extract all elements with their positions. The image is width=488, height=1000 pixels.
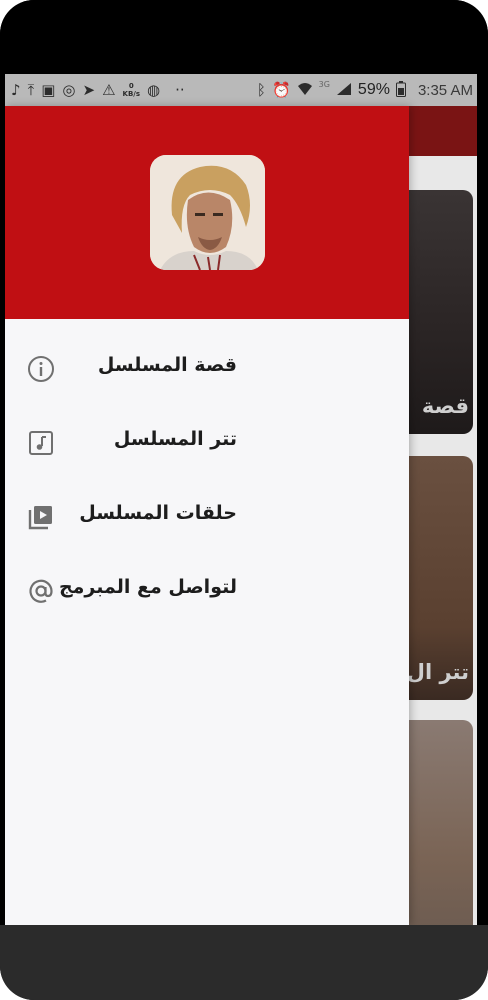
alarm-icon: ⏰: [271, 80, 291, 99]
warning-icon: ⚠: [102, 80, 116, 99]
background-card[interactable]: [398, 720, 473, 925]
drawer-header: [5, 106, 409, 319]
drawer-menu: قصة المسلسل تتر المسلسل حلقات المسلسل لت…: [5, 332, 409, 628]
bluetooth-icon: ᛒ: [256, 80, 266, 99]
avatar: [150, 155, 265, 270]
screen: ♪ ⤒ ▣ ◎ ➤ ⚠ 0 KB/s ◍ ·· ᛒ ⏰ 3G 59% 3:35 …: [5, 74, 477, 925]
at-sign-icon: [26, 576, 56, 606]
data-speed-icon: 0 KB/s: [122, 82, 141, 98]
more-dots-icon: ··: [175, 80, 185, 99]
telegram-icon: ➤: [82, 80, 96, 99]
device-frame: ♪ ⤒ ▣ ◎ ➤ ⚠ 0 KB/s ◍ ·· ᛒ ⏰ 3G 59% 3:35 …: [0, 0, 488, 1000]
whatsapp-icon: ◎: [62, 80, 76, 99]
navigation-drawer: قصة المسلسل تتر المسلسل حلقات المسلسل لت…: [5, 106, 409, 925]
menu-item-series-story[interactable]: قصة المسلسل: [5, 332, 409, 406]
menu-item-contact-developer[interactable]: لتواصل مع المبرمج: [5, 554, 409, 628]
menu-item-label: حلقات المسلسل: [79, 502, 237, 524]
battery-percent: 59%: [357, 81, 390, 98]
background-card-label: قصة: [421, 394, 469, 418]
signal-icon: [336, 82, 352, 99]
menu-item-label: قصة المسلسل: [97, 354, 237, 376]
battery-icon: [395, 80, 406, 100]
status-bar: ♪ ⤒ ▣ ◎ ➤ ⚠ 0 KB/s ◍ ·· ᛒ ⏰ 3G 59% 3:35 …: [5, 74, 477, 106]
background-card-label: تتر ال: [406, 660, 469, 684]
wifi-icon: [297, 82, 313, 99]
menu-item-label: تتر المسلسل: [113, 428, 237, 450]
music-file-icon: [26, 428, 56, 458]
upload-icon: ⤒: [27, 80, 35, 99]
music-note-icon: ♪: [11, 80, 21, 99]
network-type-label: 3G: [318, 80, 330, 89]
clock: 3:35 AM: [417, 81, 473, 99]
info-icon: [26, 354, 56, 384]
video-library-icon: [26, 502, 56, 532]
menu-item-series-theme[interactable]: تتر المسلسل: [5, 406, 409, 480]
menu-item-label: لتواصل مع المبرمج: [58, 576, 237, 598]
menu-item-series-episodes[interactable]: حلقات المسلسل: [5, 480, 409, 554]
device-bottom-bezel: [0, 925, 488, 1000]
gallery-icon: ▣: [41, 80, 56, 99]
background-card[interactable]: تتر ال: [398, 456, 473, 700]
device-top-bezel: [0, 0, 488, 74]
background-card[interactable]: قصة: [398, 190, 473, 434]
globe-icon: ◍: [147, 80, 161, 99]
